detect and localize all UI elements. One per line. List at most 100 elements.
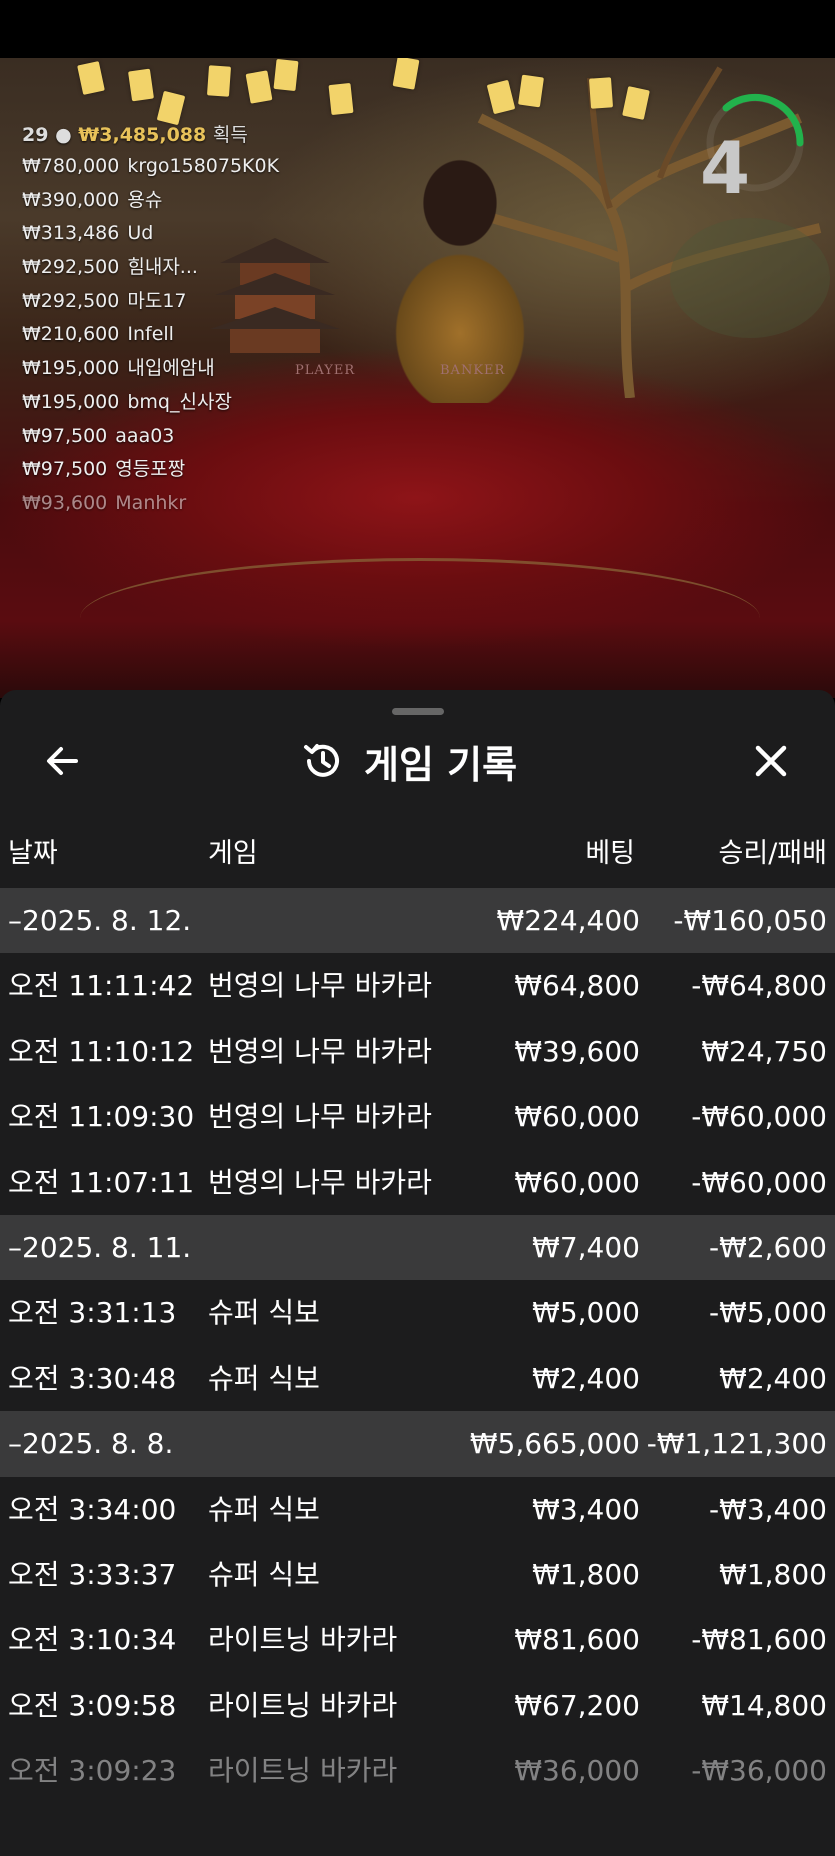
hanging-card	[206, 65, 232, 97]
winner-name: 영등포짱	[115, 458, 186, 481]
hanging-card	[273, 58, 299, 92]
winners-summary: 29 ● ₩3,485,088 획득	[22, 120, 352, 150]
row-time: 오전 3:33:37	[8, 1557, 177, 1591]
row-game: 슈퍼 식보	[208, 1557, 320, 1591]
hanging-card	[245, 70, 273, 104]
arrow-left-icon	[47, 747, 78, 775]
date-group-row[interactable]: –2025. 8. 12. ₩224,400 -₩160,050	[0, 888, 835, 954]
history-list: –2025. 8. 12. ₩224,400 -₩160,050 오전 11:1…	[0, 888, 835, 1803]
drag-handle[interactable]	[392, 708, 444, 715]
row-bet: ₩36,000	[514, 1754, 640, 1788]
panel-header: 게임 기록	[300, 734, 517, 788]
row-result: ₩2,400	[719, 1361, 827, 1395]
row-time: 오전 3:30:48	[8, 1361, 177, 1395]
winner-name: 마도17	[127, 289, 187, 312]
winner-item: ₩97,500 영등포짱	[22, 453, 352, 487]
row-date: –2025. 8. 8.	[8, 1427, 174, 1461]
row-time: 오전 3:31:13	[8, 1296, 177, 1330]
row-result: -₩81,600	[691, 1623, 827, 1657]
winner-name: Ud	[127, 222, 154, 245]
date-group-row[interactable]: –2025. 8. 8. ₩5,665,000 -₩1,121,300	[0, 1411, 835, 1477]
winner-name: krgo158075K0K	[127, 155, 280, 177]
row-date: –2025. 8. 12.	[8, 904, 192, 937]
winner-amount: ₩390,000	[22, 188, 120, 211]
history-row[interactable]: 오전 3:34:00 슈퍼 식보 ₩3,400 -₩3,400	[0, 1477, 835, 1542]
winner-amount: ₩210,600	[22, 323, 120, 346]
winner-name: 힘내자...	[127, 256, 198, 279]
row-result: -₩160,050	[673, 904, 827, 937]
winner-amount: ₩292,500	[22, 289, 120, 312]
column-date: 날짜	[8, 838, 58, 869]
winner-name: bmq_신사장	[127, 390, 232, 413]
winner-amount: ₩313,486	[22, 222, 120, 245]
row-game: 슈퍼 식보	[208, 1296, 320, 1330]
column-result: 승리/패배	[718, 838, 827, 869]
live-video-stream: PLAYER BANKER 4 29 ● ₩3,485,088 획득 ₩780,…	[0, 58, 835, 698]
row-bet: ₩67,200	[514, 1688, 640, 1722]
back-button[interactable]	[40, 738, 86, 784]
winner-name: Manhkr	[115, 491, 187, 514]
history-row[interactable]: 오전 11:07:11 번영의 나무 바카라 ₩60,000 -₩60,000	[0, 1150, 835, 1215]
hanging-card	[518, 74, 544, 108]
row-bet: ₩81,600	[514, 1623, 640, 1657]
winner-item: ₩780,000 krgo158075K0K	[22, 150, 352, 184]
column-bet: 베팅	[585, 838, 635, 869]
row-result: -₩1,121,300	[646, 1427, 827, 1461]
row-bet: ₩5,665,000	[469, 1427, 640, 1461]
row-bet: ₩1,800	[532, 1557, 640, 1591]
row-game: 번영의 나무 바카라	[208, 1165, 432, 1199]
winner-amount: ₩195,000	[22, 390, 120, 413]
row-game: 라이트닝 바카라	[208, 1623, 398, 1657]
panel-title: 게임 기록	[364, 742, 518, 787]
date-group-row[interactable]: –2025. 8. 11. ₩7,400 -₩2,600	[0, 1214, 835, 1281]
history-clock-icon	[304, 744, 339, 777]
winner-amount: ₩93,600	[22, 491, 108, 514]
close-button[interactable]	[748, 738, 794, 784]
person-icon: ●	[55, 124, 72, 146]
history-row[interactable]: 오전 3:30:48 슈퍼 식보 ₩2,400 ₩2,400	[0, 1346, 835, 1411]
close-icon	[755, 745, 787, 777]
winner-amount: ₩292,500	[22, 256, 120, 279]
row-bet: ₩2,400	[532, 1361, 640, 1395]
history-row[interactable]: 오전 3:31:13 슈퍼 식보 ₩5,000 -₩5,000	[0, 1280, 835, 1345]
history-row[interactable]: 오전 11:10:12 번영의 나무 바카라 ₩39,600 ₩24,750	[0, 1019, 835, 1084]
winner-amount: ₩195,000	[22, 357, 120, 380]
winners-label: 획득	[212, 124, 248, 146]
row-result: -₩64,800	[691, 969, 827, 1003]
row-bet: ₩7,400	[532, 1230, 640, 1264]
row-game: 라이트닝 바카라	[208, 1754, 398, 1788]
row-time: 오전 11:10:12	[8, 1034, 195, 1068]
row-bet: ₩39,600	[514, 1034, 640, 1068]
history-row[interactable]: 오전 3:09:58 라이트닝 바카라 ₩67,200 ₩14,800	[0, 1673, 835, 1738]
hanging-card	[328, 82, 354, 116]
row-game: 슈퍼 식보	[208, 1361, 320, 1395]
winner-item: ₩210,600 Infell	[22, 318, 352, 352]
history-row[interactable]: 오전 3:33:37 슈퍼 식보 ₩1,800 ₩1,800	[0, 1542, 835, 1607]
winner-item: ₩292,500 마도17	[22, 285, 352, 319]
winner-item: ₩93,600 Manhkr	[22, 487, 352, 521]
game-history-panel: 게임 기록 날짜 게임 베팅 승리/패배 –2025. 8. 12. ₩224,…	[0, 690, 835, 1856]
winner-item: ₩313,486 Ud	[22, 217, 352, 251]
history-row[interactable]: 오전 11:09:30 번영의 나무 바카라 ₩60,000 -₩60,000	[0, 1084, 835, 1149]
row-result: ₩24,750	[701, 1034, 827, 1068]
row-result: ₩1,800	[719, 1557, 827, 1591]
row-time: 오전 11:11:42	[8, 969, 195, 1003]
winner-amount: ₩97,500	[22, 458, 108, 481]
row-date: –2025. 8. 11.	[8, 1230, 192, 1264]
winner-amount: ₩780,000	[22, 155, 120, 177]
row-bet: ₩5,000	[532, 1296, 640, 1330]
winners-total: ₩3,485,088	[78, 124, 207, 146]
column-game: 게임	[208, 838, 258, 869]
row-bet: ₩64,800	[514, 969, 640, 1003]
history-row[interactable]: 오전 11:11:42 번영의 나무 바카라 ₩64,800 -₩64,800	[0, 953, 835, 1018]
row-bet: ₩224,400	[496, 904, 640, 937]
hanging-card	[128, 68, 154, 102]
countdown-number: 4	[700, 126, 751, 210]
winner-item: ₩390,000 용슈	[22, 184, 352, 218]
row-bet: ₩60,000	[514, 1100, 640, 1134]
row-result: ₩14,800	[701, 1688, 827, 1722]
hanging-card	[392, 58, 420, 90]
history-row[interactable]: 오전 3:09:23 라이트닝 바카라 ₩36,000 -₩36,000	[0, 1738, 835, 1803]
row-time: 오전 11:09:30	[8, 1100, 195, 1134]
history-row[interactable]: 오전 3:10:34 라이트닝 바카라 ₩81,600 -₩81,600	[0, 1607, 835, 1672]
